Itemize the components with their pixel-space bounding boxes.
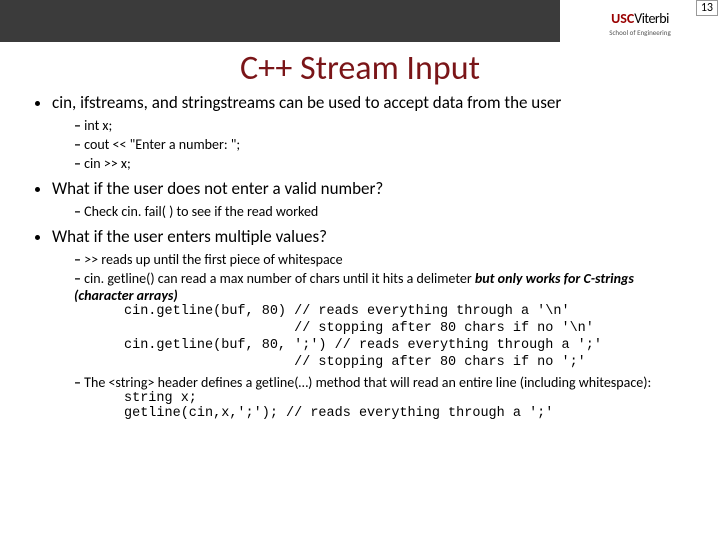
code-line: cin.getline(buf, 80, ';') // reads every… (124, 338, 692, 355)
bullet-3-sub-2: cin. getline() can read a max number of … (74, 270, 692, 372)
bullet-3-sub-2a: cin. getline() can read a max number of … (84, 270, 475, 287)
slide-title: C++ Stream Input (0, 48, 720, 89)
bullet-1-sub-3: cin >> x; (74, 155, 692, 172)
usc-viterbi-logo: USCViterbi (611, 10, 669, 27)
page-number: 13 (696, 0, 718, 16)
bullet-2-text: What if the user does not enter a valid … (52, 178, 383, 199)
slide-content: cin, ifstreams, and stringstreams can be… (0, 92, 720, 421)
bullet-2-sub-1: Check cin. fail( ) to see if the read wo… (74, 203, 692, 220)
code-line: cin.getline(buf, 80) // reads everything… (124, 304, 692, 321)
header-right: 13 USCViterbi School of Engineering (560, 0, 720, 42)
code-block-2: string x; getline(cin,x,';'); // reads e… (74, 391, 692, 421)
code-line: getline(cin,x,';'); // reads everything … (124, 406, 692, 421)
code-line: // stopping after 80 chars if no '\n' (124, 321, 692, 338)
bullet-1-sub-1: int x; (74, 117, 692, 134)
bullet-3-sub-3-text: The <string> header defines a getline(…)… (84, 374, 651, 391)
bullet-3: What if the user enters multiple values?… (52, 226, 692, 421)
header-dark-stripe (0, 0, 560, 42)
logo-subtitle: School of Engineering (609, 28, 671, 37)
bullet-2: What if the user does not enter a valid … (52, 178, 692, 220)
code-block-1: cin.getline(buf, 80) // reads everything… (74, 304, 692, 372)
bullet-3-sub-1: >> reads up until the first piece of whi… (74, 251, 692, 268)
logo-viterbi: Viterbi (634, 10, 669, 27)
logo-usc: USC (611, 10, 634, 27)
bullet-1: cin, ifstreams, and stringstreams can be… (52, 92, 692, 172)
header-bar: 13 USCViterbi School of Engineering (0, 0, 720, 42)
bullet-3-sub-3: The <string> header defines a getline(…)… (74, 374, 692, 421)
bullet-3-text: What if the user enters multiple values? (52, 226, 327, 247)
code-line: string x; (124, 391, 692, 406)
bullet-1-text: cin, ifstreams, and stringstreams can be… (52, 92, 561, 113)
bullet-1-sub-2: cout << "Enter a number: "; (74, 136, 692, 153)
code-line: // stopping after 80 chars if no ';' (124, 355, 692, 372)
